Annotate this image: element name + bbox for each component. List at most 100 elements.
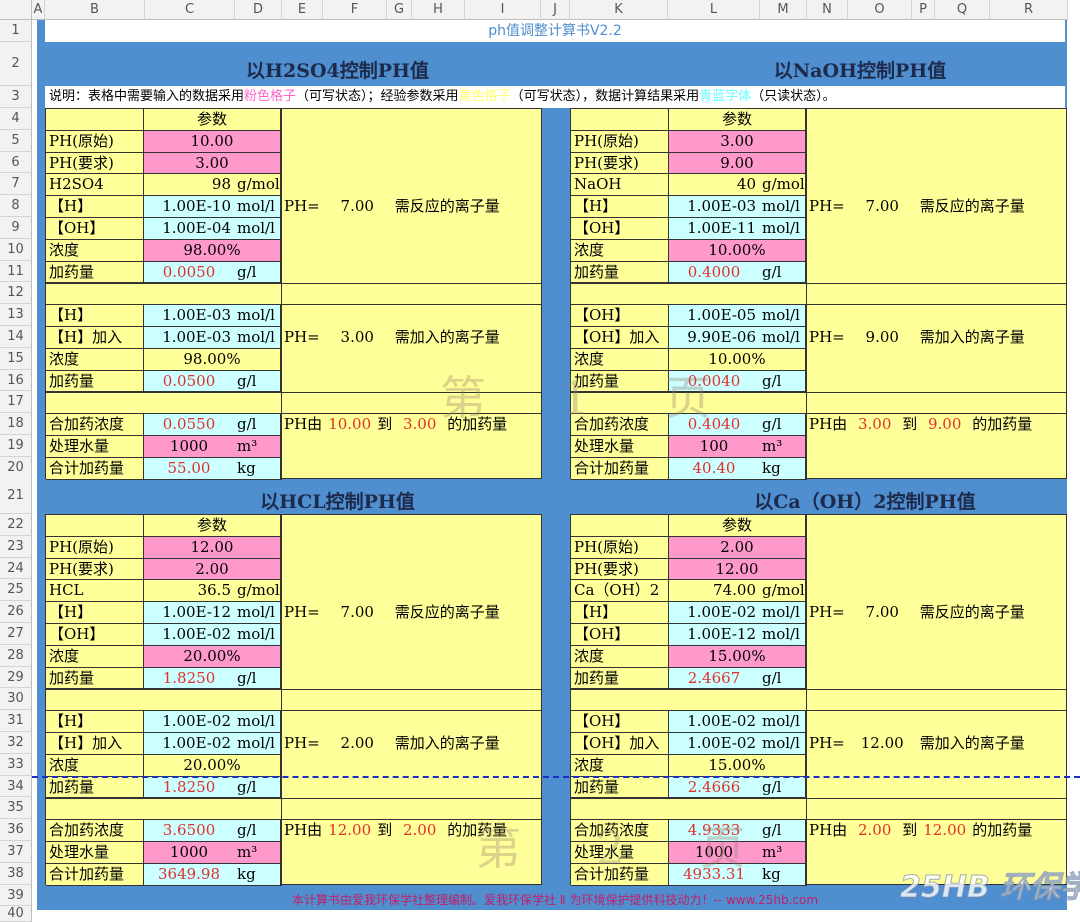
r6-value[interactable]: 9.00 <box>669 152 806 175</box>
r7-label: Ca（OH）2 <box>571 580 669 603</box>
column-header[interactable]: E <box>282 0 323 20</box>
range-caption: 的加药量 <box>972 821 1033 840</box>
row-header[interactable]: 37 <box>0 841 32 863</box>
note-prefix: 说明：表格中需要输入的数据采用 <box>49 89 245 104</box>
row-header[interactable]: 36 <box>0 819 32 841</box>
r19-value[interactable]: 1000 <box>144 436 234 458</box>
row-header[interactable]: 35 <box>0 797 32 820</box>
row-header[interactable]: 2 <box>0 42 32 86</box>
row-header[interactable]: 3 <box>0 86 32 108</box>
r10-value[interactable]: 98.00% <box>144 239 281 262</box>
column-header[interactable]: H <box>412 0 465 20</box>
note-yellow: 黄色格子 <box>458 89 511 104</box>
row-header[interactable]: 34 <box>0 775 32 798</box>
row-header[interactable]: 30 <box>0 688 32 711</box>
r5-value[interactable]: 3.00 <box>669 130 806 153</box>
ph-target-row: PH= 2.00 需加入的离子量 <box>284 733 500 755</box>
column-header[interactable]: L <box>668 0 760 20</box>
r19-value[interactable]: 1000 <box>144 842 234 864</box>
r5-value[interactable]: 12.00 <box>144 536 281 559</box>
r10-value[interactable]: 20.00% <box>144 645 281 668</box>
row-header[interactable]: 9 <box>0 217 32 239</box>
column-header[interactable]: B <box>45 0 145 20</box>
ph-target-row: PH= 9.00 需加入的离子量 <box>809 327 1025 349</box>
column-header[interactable]: M <box>760 0 807 20</box>
row-header[interactable]: 8 <box>0 195 32 217</box>
row-header[interactable]: 26 <box>0 601 32 623</box>
row-header[interactable]: 13 <box>0 304 32 326</box>
column-header[interactable]: K <box>570 0 668 20</box>
row-header[interactable]: 25 <box>0 579 32 602</box>
row-header[interactable]: 22 <box>0 514 32 536</box>
column-header[interactable]: G <box>387 0 412 20</box>
r5-value[interactable]: 2.00 <box>669 536 806 559</box>
r10-label: 浓度 <box>46 239 144 262</box>
column-header[interactable]: I <box>465 0 541 20</box>
r8-value: 1.00E-02 <box>669 602 759 624</box>
r6-value[interactable]: 2.00 <box>144 558 281 581</box>
column-header[interactable]: D <box>235 0 282 20</box>
row-header[interactable]: 1 <box>0 20 32 42</box>
r13-unit: mol/l <box>234 305 281 327</box>
row-header[interactable]: 15 <box>0 347 32 370</box>
row-header[interactable]: 4 <box>0 108 32 130</box>
r19-value[interactable]: 100 <box>669 436 759 458</box>
r6-value[interactable]: 3.00 <box>144 152 281 175</box>
column-header[interactable]: Q <box>935 0 990 20</box>
r19-unit: m³ <box>759 436 806 458</box>
row-header[interactable]: 38 <box>0 862 32 885</box>
row-header[interactable]: 12 <box>0 282 32 305</box>
r9-unit: mol/l <box>234 218 281 240</box>
column-header[interactable]: A <box>32 0 45 20</box>
row-header[interactable]: 14 <box>0 326 32 348</box>
row-header[interactable]: 32 <box>0 732 32 754</box>
row-header[interactable]: 10 <box>0 238 32 261</box>
r8-value: 1.00E-10 <box>144 196 234 218</box>
column-header[interactable]: N <box>807 0 848 20</box>
row-header[interactable]: 33 <box>0 753 32 776</box>
corner-cell[interactable] <box>0 0 32 20</box>
row-header[interactable]: 6 <box>0 151 32 174</box>
r18-label: 合加药浓度 <box>46 414 144 436</box>
row-header[interactable]: 5 <box>0 129 32 152</box>
row-header[interactable]: 28 <box>0 644 32 667</box>
r5-value[interactable]: 10.00 <box>144 130 281 153</box>
row-header[interactable]: 39 <box>0 884 32 907</box>
row-header[interactable]: 20 <box>0 456 32 479</box>
row-header[interactable]: 7 <box>0 173 32 196</box>
row-header[interactable]: 19 <box>0 435 32 457</box>
row-header[interactable]: 16 <box>0 369 32 392</box>
row-header[interactable]: 18 <box>0 413 32 435</box>
column-header[interactable]: P <box>912 0 935 20</box>
r8-unit: mol/l <box>759 196 806 218</box>
row-header[interactable]: 29 <box>0 666 32 689</box>
ph-eq-label: PH= <box>284 603 320 622</box>
watermark-page-1: 第 1 页 <box>440 371 741 425</box>
row-header[interactable]: 27 <box>0 623 32 645</box>
r13-label: 【H】 <box>46 711 144 733</box>
row-header[interactable]: 31 <box>0 710 32 732</box>
column-header[interactable]: J <box>541 0 570 20</box>
label-blank <box>46 109 144 131</box>
r10-value[interactable]: 10.00% <box>669 239 806 262</box>
range-from-label: PH由 <box>809 415 848 434</box>
column-header[interactable]: R <box>990 0 1068 20</box>
row-header[interactable]: 21 <box>0 478 32 514</box>
r6-value[interactable]: 12.00 <box>669 558 806 581</box>
row-header[interactable]: 24 <box>0 557 32 580</box>
r20-label: 合计加药量 <box>46 457 144 480</box>
r18-unit: g/l <box>234 820 281 842</box>
row-header[interactable]: 23 <box>0 535 32 558</box>
row-header[interactable]: 40 <box>0 906 32 922</box>
r10-value[interactable]: 15.00% <box>669 645 806 668</box>
column-header[interactable]: O <box>848 0 912 20</box>
column-header[interactable]: F <box>323 0 387 20</box>
r20-label: 合计加药量 <box>46 863 144 886</box>
row-header[interactable]: 17 <box>0 391 32 414</box>
row-header[interactable]: 11 <box>0 260 32 283</box>
column-header[interactable]: C <box>145 0 235 20</box>
r8-label: 【H】 <box>571 602 669 624</box>
r11-unit: g/l <box>234 667 281 690</box>
ph-eq-caption: 需反应的离子量 <box>919 197 1025 216</box>
ph-range-row: PH由 2.00 到 12.00 的加药量 <box>809 820 1032 842</box>
